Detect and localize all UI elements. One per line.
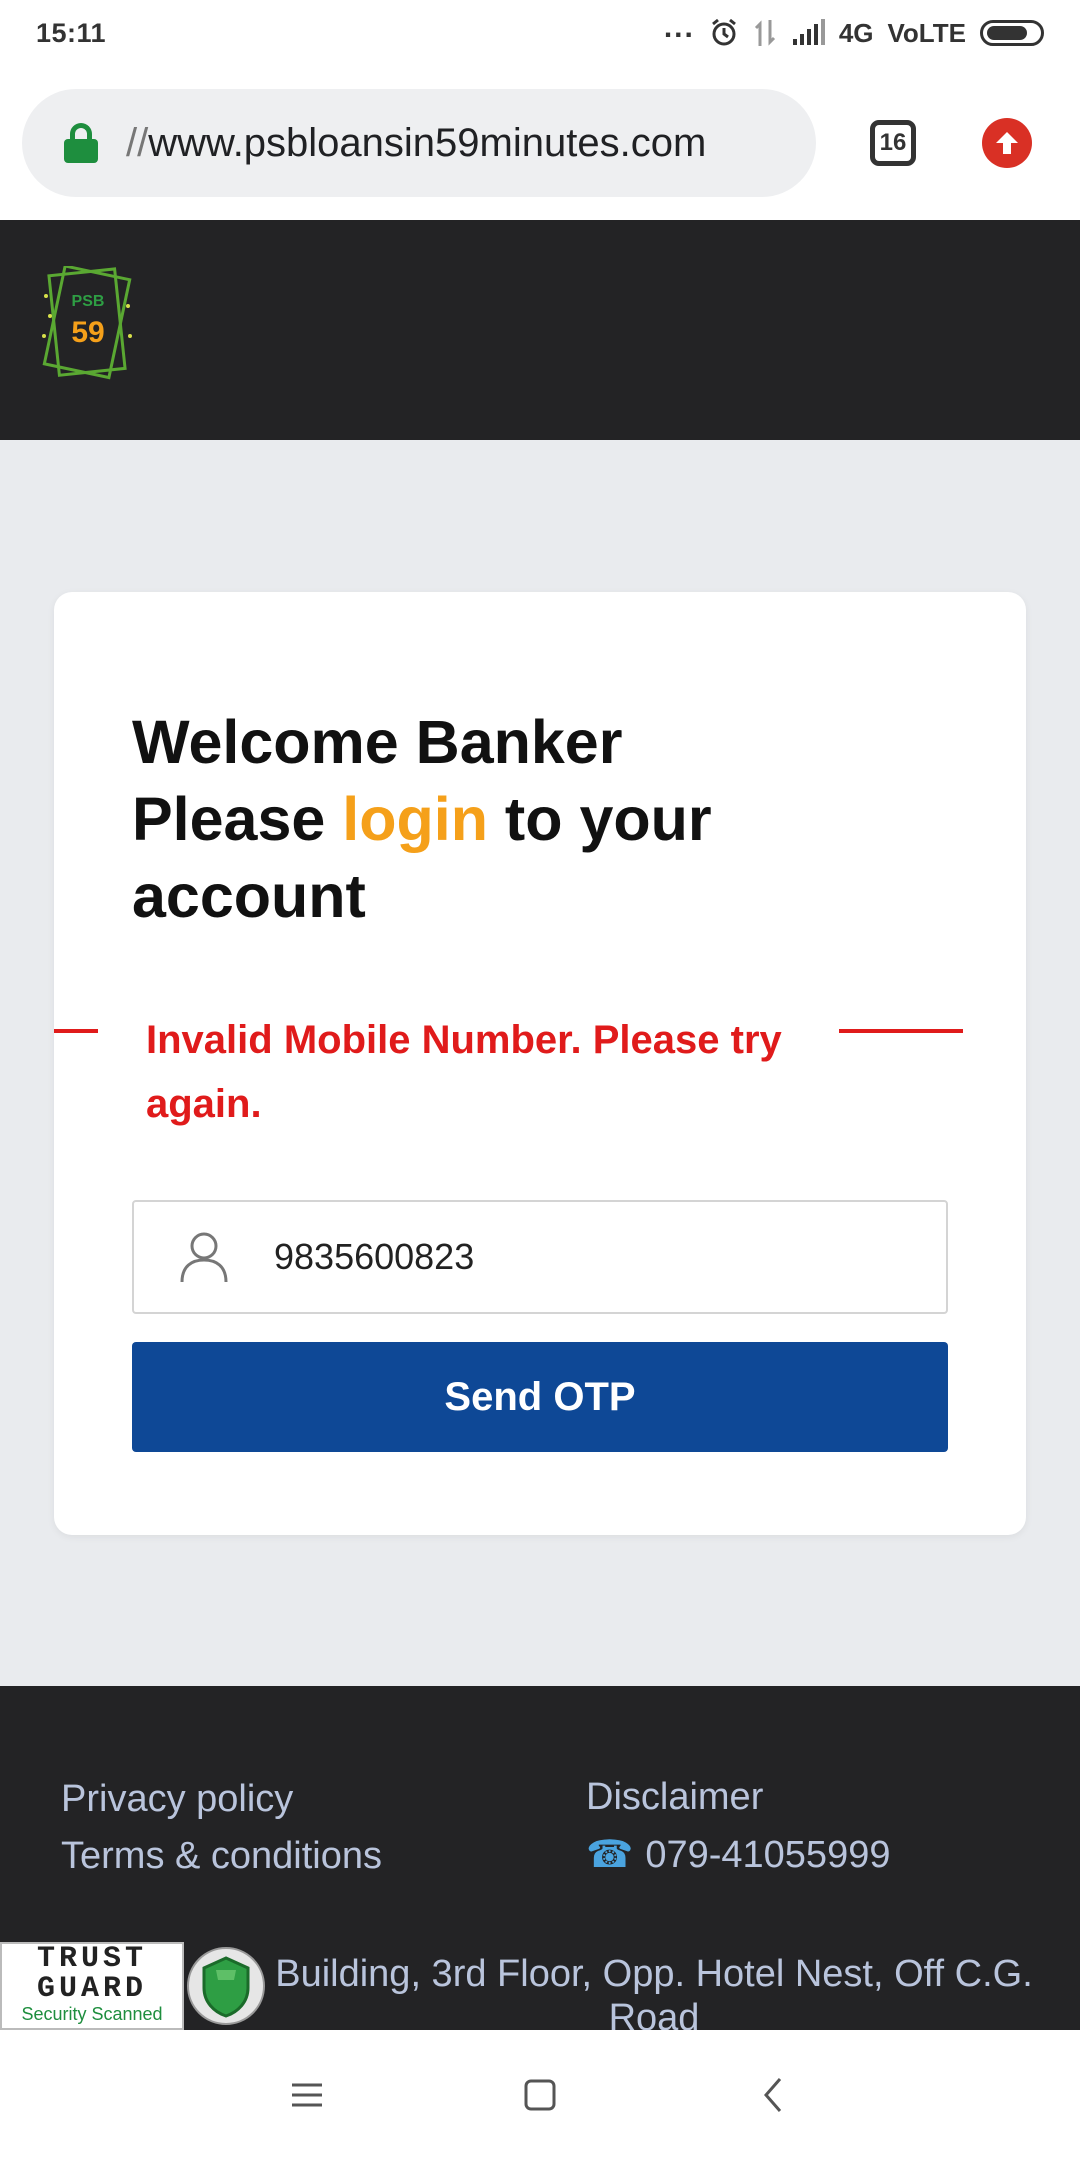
menu-icon[interactable] bbox=[277, 2065, 337, 2125]
trust-guard-badge[interactable]: TRUST GUARD Security Scanned bbox=[0, 1942, 272, 2030]
svg-text:59: 59 bbox=[71, 316, 104, 349]
phone-contact[interactable]: ☎ 079-41055999 bbox=[586, 1832, 890, 1877]
welcome-line2-prefix: Please bbox=[132, 785, 343, 853]
login-card: Welcome Banker Please login to your acco… bbox=[54, 592, 1026, 1535]
terms-link[interactable]: Terms & conditions bbox=[61, 1835, 382, 1878]
more-notifications-icon: ... bbox=[663, 11, 695, 44]
system-nav-bar bbox=[0, 2030, 1080, 2160]
send-otp-button[interactable]: Send OTP bbox=[132, 1342, 948, 1452]
phone-number: 079-41055999 bbox=[645, 1834, 891, 1876]
trust-line3: Security Scanned bbox=[21, 2004, 163, 2024]
disclaimer-link[interactable]: Disclaimer bbox=[586, 1776, 763, 1819]
error-message: Invalid Mobile Number. Please try again. bbox=[146, 1018, 782, 1126]
battery-icon bbox=[980, 20, 1044, 46]
mobile-number-input[interactable] bbox=[274, 1236, 874, 1278]
user-icon bbox=[134, 1202, 274, 1312]
status-bar: 15:11 ... 4G VoLTE bbox=[0, 0, 1080, 66]
url-host: www.psbloansin59minutes.com bbox=[148, 120, 707, 165]
address-bar[interactable]: //www.psbloansin59minutes.com bbox=[22, 89, 816, 197]
back-icon[interactable] bbox=[743, 2065, 803, 2125]
psb-logo[interactable]: PSB 59 bbox=[40, 266, 136, 382]
url-scheme: // bbox=[126, 120, 149, 165]
welcome-line2-suffix: to your bbox=[487, 785, 712, 853]
trust-line1: TRUST bbox=[36, 1942, 147, 1976]
welcome-line2: Please login to your bbox=[132, 781, 952, 858]
phone-icon: ☎ bbox=[586, 1834, 634, 1876]
browser-toolbar: //www.psbloansin59minutes.com 16 bbox=[0, 66, 1080, 220]
error-divider-right bbox=[839, 1029, 963, 1033]
site-header: PSB 59 bbox=[0, 220, 1080, 440]
tab-switcher-button[interactable]: 16 bbox=[870, 120, 916, 166]
trust-line2: GUARD bbox=[36, 1972, 147, 2006]
trust-guard-text: TRUST GUARD Security Scanned bbox=[0, 1942, 184, 2030]
network-type: 4G bbox=[838, 17, 874, 48]
signal-icon bbox=[792, 19, 825, 45]
privacy-policy-link[interactable]: Privacy policy bbox=[61, 1778, 293, 1821]
welcome-line2-highlight: login bbox=[342, 785, 488, 853]
address-text: Building, 3rd Floor, Opp. Hotel Nest, Of… bbox=[275, 1953, 1033, 2030]
welcome-line1: Welcome Banker bbox=[132, 708, 623, 776]
mobile-number-field[interactable] bbox=[132, 1200, 948, 1314]
data-transfer-icon bbox=[754, 20, 775, 46]
welcome-heading: Welcome Banker Please login to your acco… bbox=[132, 704, 952, 935]
status-icons: ... 4G VoLTE bbox=[664, 11, 1044, 49]
svg-text:PSB: PSB bbox=[72, 293, 105, 310]
home-icon[interactable] bbox=[510, 2065, 570, 2125]
update-arrow-icon[interactable] bbox=[982, 118, 1032, 168]
welcome-line3: account bbox=[132, 862, 366, 930]
alarm-icon bbox=[711, 18, 736, 46]
shield-icon bbox=[187, 1947, 265, 2025]
error-divider-left bbox=[54, 1029, 98, 1033]
volte-label: VoLTE bbox=[887, 17, 966, 48]
lock-icon[interactable] bbox=[64, 123, 98, 163]
url-text[interactable]: //www.psbloansin59minutes.com bbox=[126, 121, 706, 166]
status-time: 15:11 bbox=[36, 17, 107, 48]
